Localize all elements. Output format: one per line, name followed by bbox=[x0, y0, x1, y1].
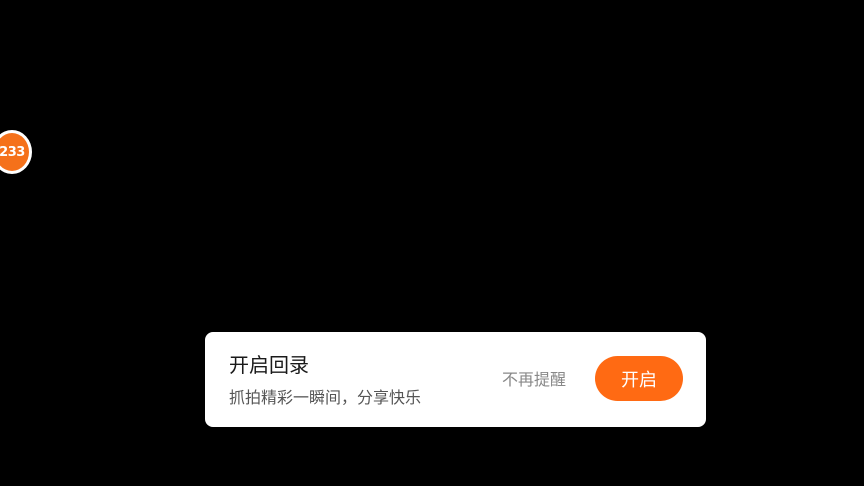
dont-remind-button[interactable]: 不再提醒 bbox=[502, 370, 566, 390]
prompt-subtitle: 抓拍精彩一瞬间，分享快乐 bbox=[229, 388, 422, 407]
prompt-title: 开启回录 bbox=[229, 353, 309, 377]
floating-app-badge[interactable]: 233 bbox=[0, 130, 32, 174]
video-screen: 233 开启回录 抓拍精彩一瞬间，分享快乐 不再提醒 开启 bbox=[0, 0, 864, 486]
replay-recording-prompt: 开启回录 抓拍精彩一瞬间，分享快乐 不再提醒 开启 bbox=[205, 332, 706, 427]
enable-replay-button[interactable]: 开启 bbox=[595, 356, 683, 401]
floating-app-badge-label: 233 bbox=[0, 133, 29, 171]
